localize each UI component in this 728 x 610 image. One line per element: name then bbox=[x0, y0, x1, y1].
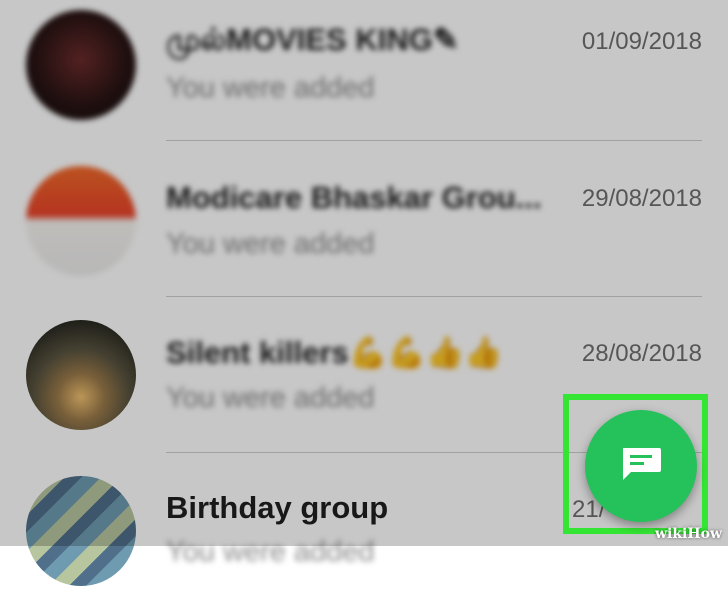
divider bbox=[166, 140, 702, 141]
chat-name: Silent killers💪💪👍👍 bbox=[166, 335, 504, 370]
chat-subtitle: You were added bbox=[166, 536, 375, 568]
new-chat-button[interactable] bbox=[585, 410, 697, 522]
chat-subtitle: You were added bbox=[166, 72, 375, 104]
avatar bbox=[26, 320, 136, 430]
chat-date: 29/08/2018 bbox=[581, 185, 702, 212]
avatar bbox=[26, 166, 136, 276]
chat-row[interactable]: முல்MOVIES KING✎ 01/09/2018 You were add… bbox=[0, 0, 728, 156]
new-chat-icon bbox=[617, 444, 665, 489]
chat-subtitle: You were added bbox=[166, 382, 375, 414]
avatar bbox=[26, 10, 136, 120]
divider bbox=[166, 296, 702, 297]
chat-date: 28/08/2018 bbox=[581, 340, 702, 367]
chat-date: 01/09/2018 bbox=[581, 28, 702, 55]
chat-name: Modicare Bhaskar Grou... bbox=[166, 180, 542, 215]
watermark: wikiHow bbox=[654, 526, 722, 542]
chat-name: முல்MOVIES KING✎ bbox=[166, 22, 459, 57]
chat-row[interactable]: Modicare Bhaskar Grou... 29/08/2018 You … bbox=[0, 142, 728, 298]
avatar bbox=[26, 476, 136, 586]
chat-subtitle: You were added bbox=[166, 228, 375, 260]
chat-name: Birthday group bbox=[166, 490, 389, 525]
